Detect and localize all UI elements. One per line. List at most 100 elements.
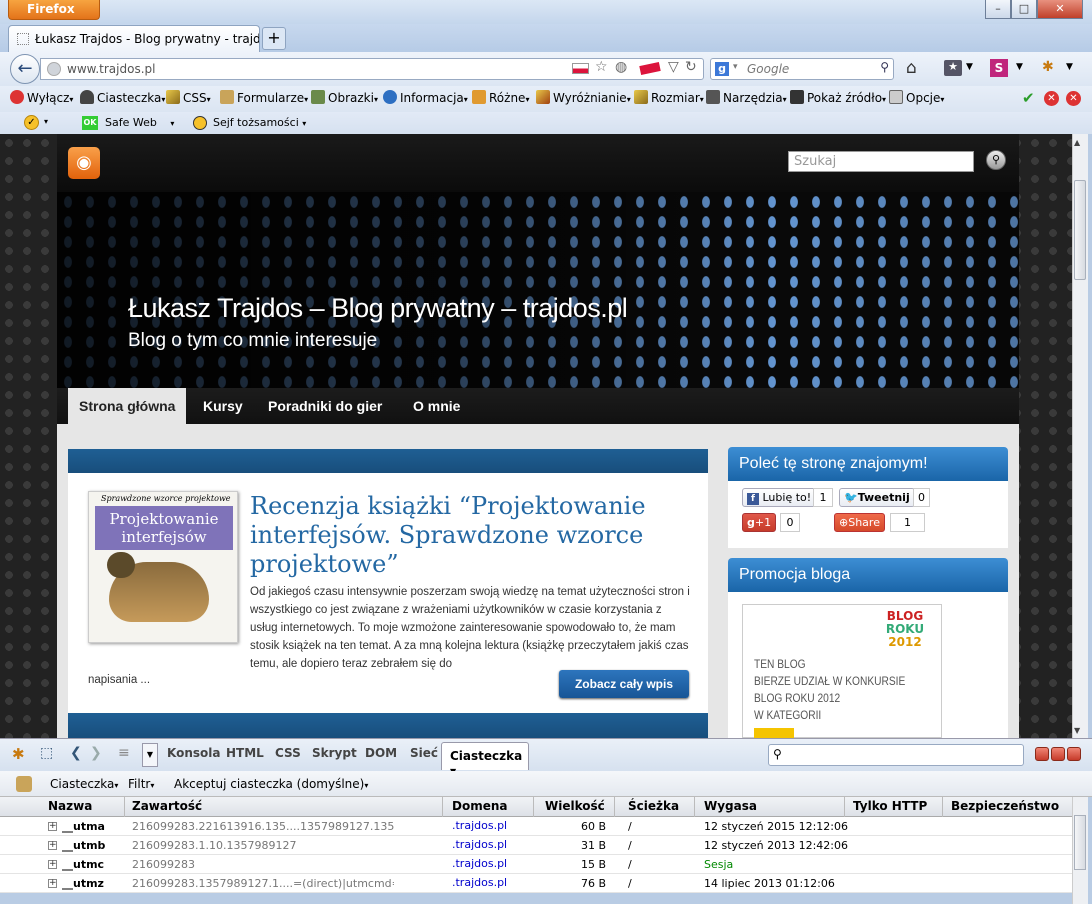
col-http-only[interactable]: Tylko HTTP [853,799,927,813]
col-name[interactable]: Nazwa [48,799,92,813]
back-button[interactable]: ← [10,54,40,84]
gplus-button[interactable]: g+1 [742,513,777,532]
puzzle-icon[interactable]: ✱ [1042,59,1054,75]
menu-item-game-guides[interactable]: Poradniki do gier [257,388,393,424]
bookmark-star-icon[interactable]: ☆ [595,59,608,75]
panel-menu-button[interactable]: ▼ [142,743,158,767]
toolbar-item-ciasteczka[interactable]: Ciasteczka▾ [80,90,165,105]
col-separator[interactable] [533,797,534,817]
rss-icon[interactable]: ◉ [68,147,100,179]
inspect-icon[interactable]: ⬚ [40,745,53,761]
expand-icon[interactable]: + [48,860,57,869]
bookmarks-icon[interactable]: ★ [944,60,962,76]
col-path[interactable]: Ścieżka [628,799,679,813]
toolbar-item-narzedzia[interactable]: Narzędzia▾ [706,90,787,105]
safe-web-button[interactable]: Safe Web ▾ [105,116,174,129]
tab-active[interactable]: Łukasz Trajdos - Blog prywatny - trajdos… [8,25,260,52]
toolbar-item-css[interactable]: CSS▾ [166,90,211,105]
accept-cookies-menu[interactable]: Akceptuj ciasteczka (domyślne)▾ [174,777,368,791]
site-search-input[interactable]: Szukaj [788,151,974,172]
fb-tab-network[interactable]: Sieć [410,746,438,760]
minimize-button[interactable]: – [985,0,1011,19]
toolbar-item-opcje[interactable]: Opcje▾ [889,90,944,105]
col-separator[interactable] [614,797,615,817]
menu-item-courses[interactable]: Kursy [192,388,254,424]
fb-minimize-button[interactable] [1035,747,1049,761]
scroll-down-icon[interactable]: ▼ [1074,726,1080,735]
filter-menu[interactable]: Filtr▾ [128,777,154,791]
fb-tab-script[interactable]: Skrypt [312,746,357,760]
toolbar-item-wylacz[interactable]: Wyłącz▾ [10,90,73,105]
book-cover-image[interactable]: Sprawdzone wzorce projektowe Projektowan… [88,491,238,643]
close-window-button[interactable]: ✕ [1037,0,1083,19]
tweet-button[interactable]: 🐦Tweetnij [839,488,915,507]
nav-forward-icon[interactable]: ❯ [90,745,102,761]
menu-item-about[interactable]: O mnie [402,388,471,424]
toolbar-item-obrazki[interactable]: Obrazki▾ [311,90,378,105]
maximize-button[interactable]: □ [1011,0,1037,19]
col-separator[interactable] [442,797,443,817]
col-separator[interactable] [694,797,695,817]
scroll-up-icon[interactable]: ▲ [1074,138,1080,147]
fb-tab-css[interactable]: CSS [275,746,301,760]
page-scrollbar-thumb[interactable] [1074,180,1086,280]
firefox-menu-button[interactable]: Firefox [8,0,100,20]
col-value[interactable]: Zawartość [132,799,202,813]
close-toolbar-icon[interactable]: ✕ [1066,91,1081,106]
cookies-menu[interactable]: Ciasteczka▾ [50,777,118,791]
firebug-search-input[interactable]: ⚲ [768,744,1024,766]
firebug-icon[interactable]: ✱ [12,745,25,763]
col-separator[interactable] [942,797,943,817]
site-search-button[interactable]: ⚲ [986,150,1006,170]
nav-back-icon[interactable]: ❮ [70,745,82,761]
col-domain[interactable]: Domena [452,799,508,813]
home-icon[interactable]: ⌂ [906,58,917,78]
toolbar-item-rozne[interactable]: Różne▾ [472,90,529,105]
error-icon[interactable]: ✕ [1044,91,1059,106]
toolbar-item-pokaz-zrodlo[interactable]: Pokaż źródło▾ [790,90,886,105]
addon-icon[interactable]: ◍ [615,59,627,75]
col-security[interactable]: Bezpieczeństwo [951,799,1059,813]
site-title[interactable]: Łukasz Trajdos – Blog prywatny – trajdos… [128,293,628,324]
search-input[interactable]: g ▾ Google ⚲ [710,58,894,80]
identity-safe-button[interactable]: Sejf tożsamości ▾ [213,116,306,129]
firebug-scrollbar-thumb[interactable] [1074,815,1086,870]
reload-icon[interactable]: ↻ [685,59,697,75]
fb-tab-dom[interactable]: DOM [365,746,397,760]
engine-dropdown-icon[interactable]: ▾ [733,62,738,72]
post-title[interactable]: Recenzja książki “Projektowanie interfej… [250,492,690,579]
new-tab-button[interactable]: + [262,27,286,50]
flag-pl-icon[interactable] [572,63,589,74]
check-icon[interactable]: ✔ [1022,89,1035,107]
share-button[interactable]: ⊕Share [834,513,885,532]
dropdown-arrow-icon[interactable]: ▽ [668,59,679,75]
expand-icon[interactable]: + [48,841,57,850]
fb-tab-html[interactable]: HTML [226,746,264,760]
s-addon-dropdown-icon[interactable]: ▼ [1016,62,1023,72]
menu-dropdown-icon[interactable]: ▼ [1066,62,1073,72]
fb-detach-button[interactable] [1051,747,1065,761]
fb-tab-cookies[interactable]: Ciasteczka ▼ [441,742,529,776]
fb-tab-console[interactable]: Konsola [167,746,220,760]
toolbar-item-rozmiar[interactable]: Rozmiar▾ [634,90,704,105]
s-addon-icon[interactable]: S [990,59,1008,77]
expand-icon[interactable]: + [48,879,57,888]
read-more-button[interactable]: Zobacz cały wpis [559,670,689,698]
tweet-count: 0 [913,488,930,507]
col-separator[interactable] [844,797,845,817]
toolbar-item-wyroznianie[interactable]: Wyróżnianie▾ [536,90,631,105]
toolbar-item-formularze[interactable]: Formularze▾ [220,90,308,105]
bookmarks-dropdown-icon[interactable]: ▼ [966,62,973,72]
col-expires[interactable]: Wygasa [704,799,757,813]
norton-dropdown-icon[interactable]: ▾ [44,117,48,126]
panel-list-icon[interactable]: ≡ [118,745,130,761]
col-separator[interactable] [124,797,125,817]
toolbar-item-informacja[interactable]: Informacja▾ [383,90,468,105]
norton-icon[interactable]: ✓ [24,115,39,130]
menu-item-home[interactable]: Strona główna [68,388,187,424]
magnifier-icon[interactable]: ⚲ [880,60,889,74]
col-size[interactable]: Wielkość [545,799,605,813]
facebook-like-button[interactable]: f Lubię to! [742,488,817,507]
fb-close-button[interactable] [1067,747,1081,761]
expand-icon[interactable]: + [48,822,57,831]
